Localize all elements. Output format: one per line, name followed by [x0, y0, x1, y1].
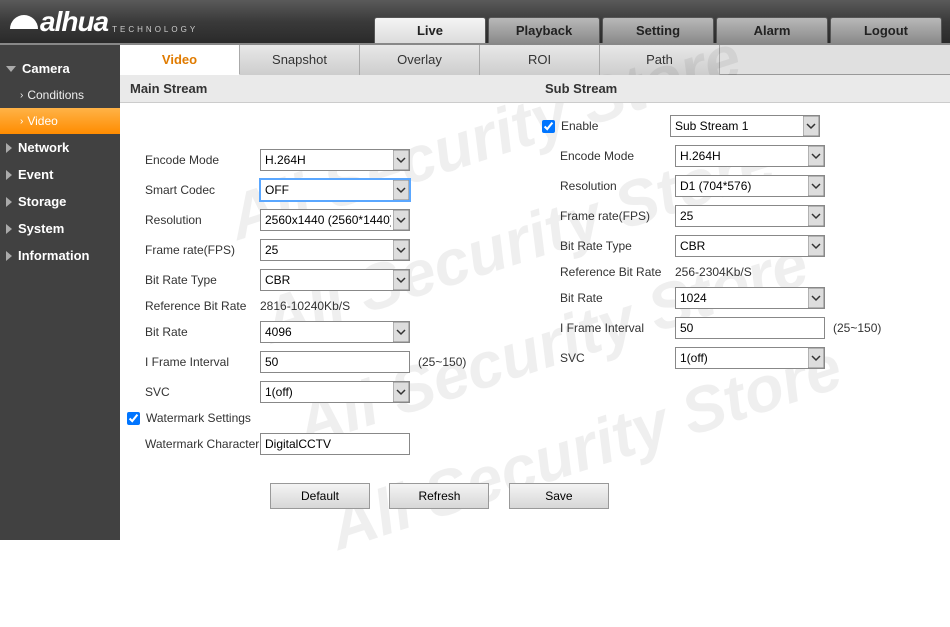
logo-brand: alhua — [40, 6, 108, 38]
sidebar-camera-label: Camera — [22, 61, 70, 76]
sidebar: Camera ›Conditions ›Video Network Event … — [0, 45, 120, 540]
chevron-right-icon — [6, 224, 12, 234]
smart-codec-label: Smart Codec — [145, 183, 260, 197]
sub-bit-rate-type-select[interactable]: CBR — [675, 235, 825, 257]
sub-stream-title: Sub Stream — [535, 75, 950, 103]
sub-frame-rate-select[interactable]: 25 — [675, 205, 825, 227]
tab-overlay[interactable]: Overlay — [360, 45, 480, 75]
sub-resolution-label: Resolution — [560, 179, 675, 193]
main-stream-title: Main Stream — [120, 75, 535, 103]
svc-label: SVC — [145, 385, 260, 399]
sub-enable-label: Enable — [561, 119, 670, 133]
refresh-button[interactable]: Refresh — [389, 483, 489, 509]
ref-bit-rate-label: Reference Bit Rate — [145, 299, 260, 313]
main-iframe-input[interactable] — [260, 351, 410, 373]
main-frame-rate-select[interactable]: 25 — [260, 239, 410, 261]
tab-roi[interactable]: ROI — [480, 45, 600, 75]
nav-alarm[interactable]: Alarm — [716, 17, 828, 43]
chevron-right-icon — [6, 251, 12, 261]
sub-iframe-label: I Frame Interval — [560, 321, 675, 335]
chevron-right-icon: › — [20, 116, 23, 127]
sidebar-information-label: Information — [18, 248, 90, 263]
sidebar-storage[interactable]: Storage — [0, 188, 120, 215]
sidebar-system[interactable]: System — [0, 215, 120, 242]
sidebar-storage-label: Storage — [18, 194, 66, 209]
sub-iframe-hint: (25~150) — [833, 321, 881, 335]
chevron-right-icon — [6, 143, 12, 153]
chevron-right-icon: › — [20, 90, 23, 101]
nav-setting[interactable]: Setting — [602, 17, 714, 43]
tab-snapshot[interactable]: Snapshot — [240, 45, 360, 75]
watermark-char-label: Watermark Character — [145, 437, 260, 451]
chevron-down-icon — [6, 66, 16, 72]
main-encode-mode-select[interactable]: H.264H — [260, 149, 410, 171]
chevron-right-icon — [6, 170, 12, 180]
resolution-label: Resolution — [145, 213, 260, 227]
nav-logout[interactable]: Logout — [830, 17, 942, 43]
main-bit-rate-type-select[interactable]: CBR — [260, 269, 410, 291]
sidebar-conditions[interactable]: › Conditions — [0, 82, 120, 108]
nav-playback[interactable]: Playback — [488, 17, 600, 43]
sub-frame-rate-label: Frame rate(FPS) — [560, 209, 675, 223]
sub-stream-select[interactable]: Sub Stream 1 — [670, 115, 820, 137]
sidebar-system-label: System — [18, 221, 64, 236]
tab-path[interactable]: Path — [600, 45, 720, 75]
logo: alhua TECHNOLOGY — [10, 6, 198, 38]
button-row: Default Refresh Save — [120, 473, 950, 509]
sidebar-network[interactable]: Network — [0, 134, 120, 161]
sub-iframe-input[interactable] — [675, 317, 825, 339]
sidebar-information[interactable]: Information — [0, 242, 120, 269]
iframe-hint: (25~150) — [418, 355, 466, 369]
main-svc-select[interactable]: 1(off) — [260, 381, 410, 403]
sub-ref-bit-rate-label: Reference Bit Rate — [560, 265, 675, 279]
logo-icon — [10, 15, 38, 29]
main-resolution-select[interactable]: 2560x1440 (2560*1440) — [260, 209, 410, 231]
sub-bit-rate-select[interactable]: 1024 — [675, 287, 825, 309]
main-bit-rate-select[interactable]: 4096 — [260, 321, 410, 343]
nav-live[interactable]: Live — [374, 17, 486, 43]
sidebar-event-label: Event — [18, 167, 53, 182]
sidebar-video-label: Video — [27, 114, 57, 128]
bit-rate-label: Bit Rate — [145, 325, 260, 339]
frame-rate-label: Frame rate(FPS) — [145, 243, 260, 257]
default-button[interactable]: Default — [270, 483, 370, 509]
bit-rate-type-label: Bit Rate Type — [145, 273, 260, 287]
tabbar: Video Snapshot Overlay ROI Path — [120, 45, 950, 75]
chevron-right-icon — [6, 197, 12, 207]
tab-video[interactable]: Video — [120, 45, 240, 75]
main-smart-codec-select[interactable]: OFF — [260, 179, 410, 201]
header: alhua TECHNOLOGY Live Playback Setting A… — [0, 0, 950, 45]
sidebar-camera[interactable]: Camera — [0, 55, 120, 82]
sub-enable-checkbox[interactable] — [542, 120, 555, 133]
sub-resolution-select[interactable]: D1 (704*576) — [675, 175, 825, 197]
sidebar-network-label: Network — [18, 140, 69, 155]
watermark-settings-label: Watermark Settings — [146, 411, 251, 425]
sidebar-video[interactable]: › Video — [0, 108, 120, 134]
sidebar-event[interactable]: Event — [0, 161, 120, 188]
sub-encode-mode-select[interactable]: H.264H — [675, 145, 825, 167]
sub-svc-label: SVC — [560, 351, 675, 365]
encode-mode-label: Encode Mode — [145, 153, 260, 167]
sub-stream-column: Sub Stream EnableSub Stream 1 Encode Mod… — [535, 75, 950, 473]
sub-encode-mode-label: Encode Mode — [560, 149, 675, 163]
save-button[interactable]: Save — [509, 483, 609, 509]
sub-bit-rate-type-label: Bit Rate Type — [560, 239, 675, 253]
logo-subtext: TECHNOLOGY — [112, 25, 198, 34]
iframe-label: I Frame Interval — [145, 355, 260, 369]
sub-bit-rate-label: Bit Rate — [560, 291, 675, 305]
main: Video Snapshot Overlay ROI Path Ali Secu… — [120, 45, 950, 540]
sidebar-conditions-label: Conditions — [27, 88, 84, 102]
main-stream-column: Main Stream Encode ModeH.264H Smart Code… — [120, 75, 535, 473]
watermark-settings-checkbox[interactable] — [127, 412, 140, 425]
sub-svc-select[interactable]: 1(off) — [675, 347, 825, 369]
sub-ref-bit-rate: 256-2304Kb/S — [675, 265, 752, 279]
watermark-char-input[interactable] — [260, 433, 410, 455]
main-ref-bit-rate: 2816-10240Kb/S — [260, 299, 350, 313]
top-nav: Live Playback Setting Alarm Logout — [374, 17, 942, 43]
